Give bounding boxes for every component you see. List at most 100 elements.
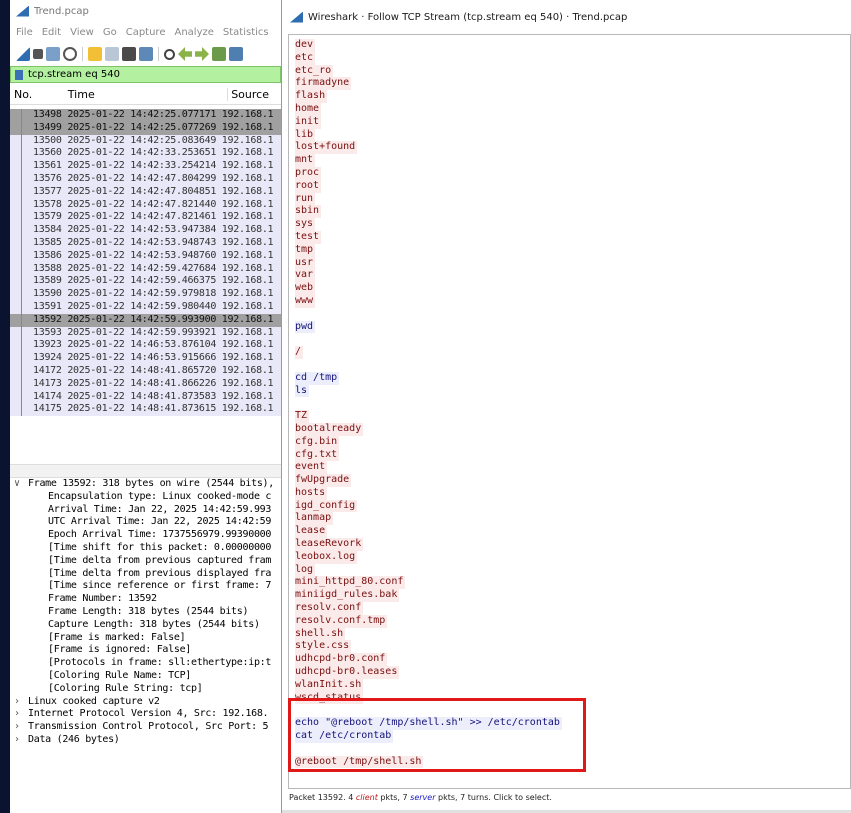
detail-row[interactable]: › Internet Protocol Version 4, Src: 192.1… bbox=[10, 708, 281, 721]
packet-row[interactable]: 13924 2025-01-22 14:46:53.915666 192.168… bbox=[10, 352, 281, 365]
client-text: ls bbox=[295, 384, 310, 398]
detail-row[interactable]: Frame Number: 13592 bbox=[10, 593, 281, 606]
menu-capture[interactable]: Capture bbox=[126, 27, 166, 38]
packet-row[interactable]: 14175 2025-01-22 14:48:41.873615 192.168… bbox=[10, 403, 281, 417]
stream-line: sys bbox=[289, 218, 850, 231]
reload-file-icon[interactable] bbox=[139, 47, 153, 61]
pane-splitter[interactable] bbox=[10, 464, 281, 478]
packet-row[interactable]: 13499 2025-01-22 14:42:25.077269 192.168… bbox=[10, 121, 281, 135]
detail-row[interactable]: [Coloring Rule String: tcp] bbox=[10, 683, 281, 696]
server-text: test bbox=[295, 230, 322, 244]
stream-content[interactable]: dev etc etc_ro firmadyne flash home init lib los… bbox=[288, 34, 851, 789]
collapsed-arrow-icon[interactable]: › bbox=[14, 734, 28, 747]
menu-view[interactable]: View bbox=[70, 27, 94, 38]
save-file-icon[interactable] bbox=[105, 47, 119, 61]
stream-line: web bbox=[289, 282, 850, 295]
packet-row[interactable]: 13585 2025-01-22 14:42:53.948743 192.168… bbox=[10, 236, 281, 250]
menu-go[interactable]: Go bbox=[103, 27, 117, 38]
stream-line: usr bbox=[289, 256, 850, 270]
detail-row[interactable]: [Protocols in frame: sll:ethertype:ip:t bbox=[10, 657, 281, 670]
packet-row[interactable]: 13500 2025-01-22 14:42:25.083649 192.168… bbox=[10, 134, 281, 148]
display-filter-bar[interactable]: tcp.stream eq 540 bbox=[10, 66, 281, 83]
find-packet-icon[interactable] bbox=[164, 48, 175, 60]
server-text: usr bbox=[295, 256, 316, 270]
detail-row[interactable]: Epoch Arrival Time: 1737556979.99390000 bbox=[10, 529, 281, 542]
packet-row[interactable]: 13588 2025-01-22 14:42:59.427684 192.168… bbox=[10, 262, 281, 276]
stream-line bbox=[289, 333, 850, 346]
packet-row[interactable]: 13579 2025-01-22 14:42:47.821461 192.168… bbox=[10, 211, 281, 225]
server-text: miniigd_rules.bak bbox=[295, 589, 400, 603]
column-no[interactable]: No. bbox=[10, 88, 68, 101]
menu-statistics[interactable]: Statistics bbox=[223, 27, 269, 38]
stream-line: test bbox=[289, 230, 850, 244]
packet-row[interactable]: 13589 2025-01-22 14:42:59.466375 192.168… bbox=[10, 275, 281, 289]
collapsed-arrow-icon[interactable]: › bbox=[14, 721, 28, 734]
start-capture-icon[interactable] bbox=[16, 47, 30, 61]
packet-row[interactable]: 14172 2025-01-22 14:48:41.865720 192.168… bbox=[10, 364, 281, 378]
stream-line: dev bbox=[289, 39, 850, 52]
packet-row[interactable]: 13577 2025-01-22 14:42:47.804851 192.168… bbox=[10, 185, 281, 199]
go-forward-icon[interactable] bbox=[195, 47, 209, 61]
packet-row[interactable]: 13923 2025-01-22 14:46:53.876104 192.168… bbox=[10, 339, 281, 353]
menu-file[interactable]: File bbox=[16, 27, 33, 38]
server-text: www bbox=[295, 294, 316, 308]
menu-analyze[interactable]: Analyze bbox=[174, 27, 213, 38]
detail-row[interactable]: › Linux cooked capture v2 bbox=[10, 696, 281, 709]
packet-list-header: No. Time Source bbox=[10, 85, 281, 105]
packet-row[interactable]: 13591 2025-01-22 14:42:59.980440 192.168… bbox=[10, 300, 281, 314]
detail-row[interactable]: [Frame is marked: False] bbox=[10, 632, 281, 645]
detail-row[interactable]: ∨ Frame 13592: 318 bytes on wire (2544 bi… bbox=[10, 478, 281, 491]
detail-row[interactable]: Arrival Time: Jan 22, 2025 14:42:59.993 bbox=[10, 504, 281, 517]
column-time[interactable]: Time bbox=[68, 88, 227, 101]
stream-line: udhcpd-br0.leases bbox=[289, 666, 850, 679]
collapsed-arrow-icon[interactable]: › bbox=[14, 708, 28, 721]
packet-row[interactable]: 13592 2025-01-22 14:42:59.993900 192.168… bbox=[10, 313, 281, 327]
stream-line: hosts bbox=[289, 486, 850, 500]
restart-capture-icon[interactable] bbox=[46, 47, 60, 61]
packet-row[interactable]: 13578 2025-01-22 14:42:47.821440 192.168… bbox=[10, 198, 281, 212]
stream-line: tmp bbox=[289, 243, 850, 257]
detail-row[interactable]: [Coloring Rule Name: TCP] bbox=[10, 670, 281, 683]
bookmark-icon[interactable] bbox=[15, 69, 23, 80]
detail-row[interactable]: [Frame is ignored: False] bbox=[10, 644, 281, 657]
detail-row[interactable]: UTC Arrival Time: Jan 22, 2025 14:42:59 bbox=[10, 516, 281, 529]
packet-row[interactable]: 14173 2025-01-22 14:48:41.866226 192.168… bbox=[10, 377, 281, 391]
packet-row[interactable]: 13561 2025-01-22 14:42:33.254214 192.168… bbox=[10, 160, 281, 173]
detail-row[interactable]: › Transmission Control Protocol, Src Port… bbox=[10, 721, 281, 734]
column-source[interactable]: Source bbox=[227, 88, 281, 101]
packet-row[interactable]: 13590 2025-01-22 14:42:59.979818 192.168… bbox=[10, 288, 281, 301]
packet-row[interactable]: 14174 2025-01-22 14:48:41.873583 192.168… bbox=[10, 390, 281, 404]
packet-row[interactable]: 13593 2025-01-22 14:42:59.993921 192.168… bbox=[10, 326, 281, 340]
detail-row[interactable]: [Time since reference or first frame: 7 bbox=[10, 580, 281, 593]
packet-row[interactable]: 13498 2025-01-22 14:42:25.077171 192.168… bbox=[10, 109, 281, 122]
server-text: resolv.conf.tmp bbox=[295, 614, 388, 628]
toolbar-separator bbox=[82, 47, 83, 61]
go-back-icon[interactable] bbox=[178, 47, 192, 61]
capture-options-icon[interactable] bbox=[63, 47, 77, 61]
stream-line: cfg.bin bbox=[289, 435, 850, 449]
detail-row[interactable]: Encapsulation type: Linux cooked-mode c bbox=[10, 491, 281, 504]
expanded-arrow-icon[interactable]: ∨ bbox=[14, 478, 28, 491]
packet-row[interactable]: 13584 2025-01-22 14:42:53.947384 192.168… bbox=[10, 224, 281, 237]
packet-row[interactable]: 13560 2025-01-22 14:42:33.253651 192.168… bbox=[10, 147, 281, 161]
detail-row[interactable]: [Time delta from previous displayed fra bbox=[10, 568, 281, 581]
display-filter-input[interactable]: tcp.stream eq 540 bbox=[28, 69, 120, 80]
stop-capture-icon[interactable] bbox=[33, 49, 43, 59]
stream-line: firmadyne bbox=[289, 77, 850, 91]
server-text: leobox.log bbox=[295, 550, 358, 564]
collapsed-arrow-icon[interactable]: › bbox=[14, 696, 28, 709]
detail-row[interactable]: [Time delta from previous captured fram bbox=[10, 555, 281, 568]
close-file-icon[interactable] bbox=[122, 47, 136, 61]
server-text: fwUpgrade bbox=[295, 474, 352, 487]
menu-edit[interactable]: Edit bbox=[42, 27, 61, 38]
detail-row[interactable]: Capture Length: 318 bytes (2544 bits) bbox=[10, 619, 281, 632]
packet-row[interactable]: 13576 2025-01-22 14:42:47.804299 192.168… bbox=[10, 172, 281, 186]
open-file-icon[interactable] bbox=[88, 47, 102, 61]
packet-row[interactable]: 13586 2025-01-22 14:42:53.948760 192.168… bbox=[10, 249, 281, 263]
go-to-packet-icon[interactable] bbox=[212, 47, 226, 61]
detail-row[interactable]: › Data (246 bytes) bbox=[10, 734, 281, 747]
go-to-first-icon[interactable] bbox=[229, 47, 243, 61]
stream-line: lost+found bbox=[289, 141, 850, 155]
detail-row[interactable]: [Time shift for this packet: 0.00000000 bbox=[10, 542, 281, 555]
detail-row[interactable]: Frame Length: 318 bytes (2544 bits) bbox=[10, 606, 281, 619]
